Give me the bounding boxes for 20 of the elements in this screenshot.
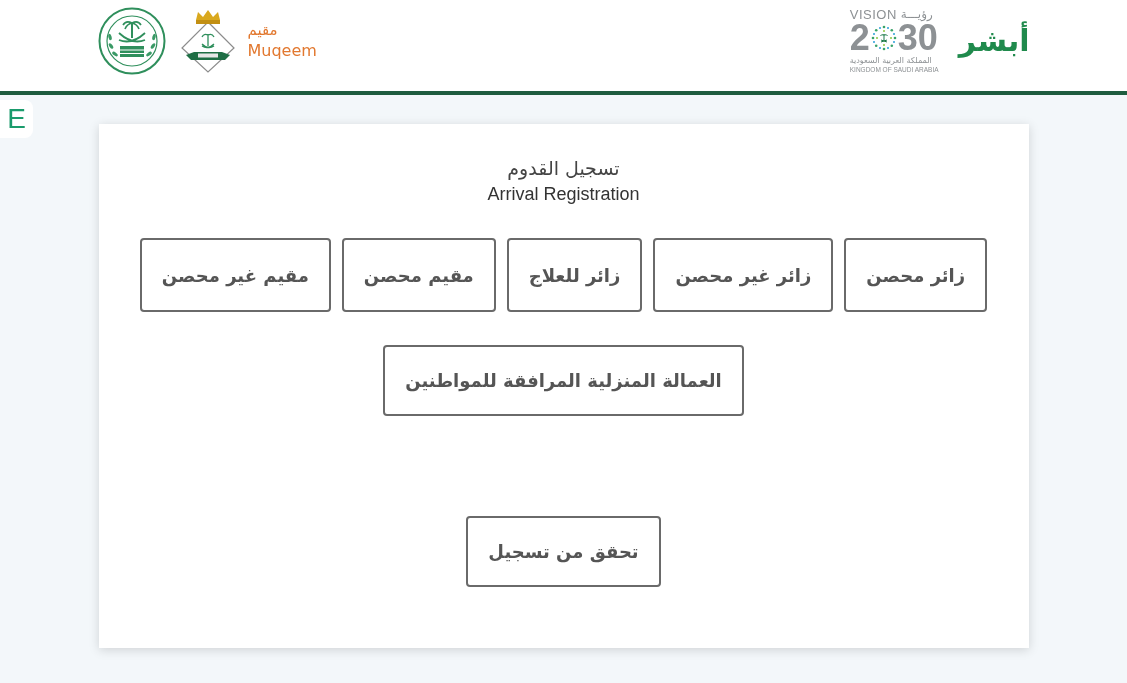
vision-logo-arabic-text: رؤيـــة — [900, 7, 933, 22]
muqeem-logo-text: Muqeem — [247, 39, 317, 62]
category-button[interactable]: مقيم غير محصن — [139, 238, 331, 312]
card-title-arabic: تسجيل القدوم — [507, 156, 620, 182]
category-button[interactable]: زائر محصن — [844, 238, 988, 312]
category-button[interactable]: تحقق من تسجيل — [466, 516, 661, 587]
absher-logo-text: أبشر — [958, 20, 1030, 60]
category-button[interactable]: زائر للعلاج — [506, 238, 643, 312]
category-button[interactable]: العمالة المنزلية المرافقة للمواطنين — [383, 345, 744, 416]
palm-swords-emblem-icon — [97, 6, 166, 75]
vision-logo-text: VISION — [849, 7, 897, 22]
vision-year-text: 30 — [897, 22, 938, 54]
dot-ring-emblem-icon — [870, 25, 897, 51]
vision-year-text: 2 — [849, 22, 870, 54]
muqeem-logo-arabic-text: مقيم — [247, 19, 278, 40]
language-toggle-button[interactable]: E — [0, 100, 33, 138]
category-button[interactable]: مقيم محصن — [341, 238, 496, 312]
card-title: Arrival Registration — [487, 183, 640, 206]
category-button[interactable]: زائر غير محصن — [653, 238, 834, 312]
country-arabic-text: المملكة العربية السعودية — [849, 56, 932, 66]
